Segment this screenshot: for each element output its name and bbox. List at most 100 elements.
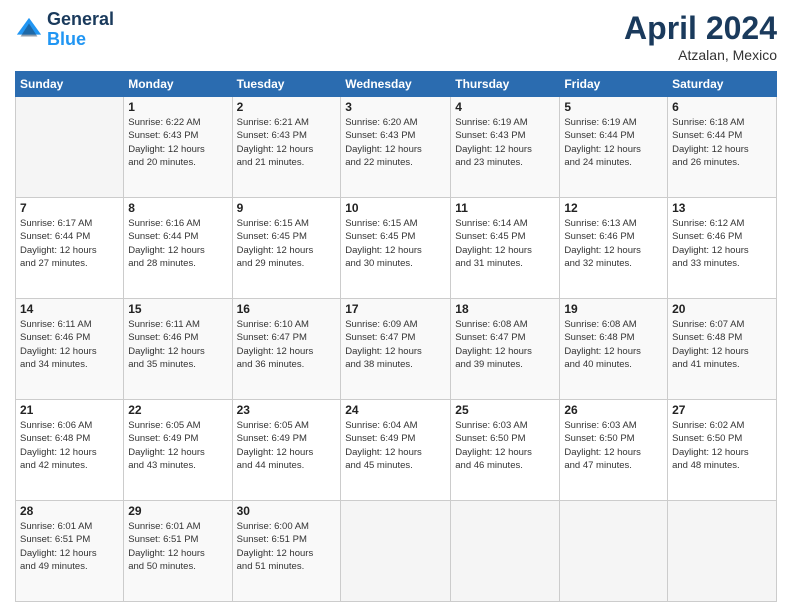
col-monday: Monday xyxy=(124,72,232,97)
day-detail: Sunrise: 6:03 AMSunset: 6:50 PMDaylight:… xyxy=(564,419,663,472)
day-number: 5 xyxy=(564,100,663,114)
day-info-line: Sunset: 6:43 PM xyxy=(455,130,525,141)
day-detail: Sunrise: 6:15 AMSunset: 6:45 PMDaylight:… xyxy=(345,217,446,270)
col-sunday: Sunday xyxy=(16,72,124,97)
day-number: 25 xyxy=(455,403,555,417)
day-detail: Sunrise: 6:15 AMSunset: 6:45 PMDaylight:… xyxy=(237,217,337,270)
day-info-line: Sunset: 6:50 PM xyxy=(564,433,634,444)
day-info-line: and 38 minutes. xyxy=(345,359,413,370)
day-info-line: Sunset: 6:44 PM xyxy=(672,130,742,141)
day-info-line: and 27 minutes. xyxy=(20,258,88,269)
day-info-line: Daylight: 12 hours xyxy=(455,245,532,256)
day-detail: Sunrise: 6:12 AMSunset: 6:46 PMDaylight:… xyxy=(672,217,772,270)
day-info-line: Sunrise: 6:18 AM xyxy=(672,117,744,128)
day-detail: Sunrise: 6:21 AMSunset: 6:43 PMDaylight:… xyxy=(237,116,337,169)
day-number: 9 xyxy=(237,201,337,215)
table-row: 19Sunrise: 6:08 AMSunset: 6:48 PMDayligh… xyxy=(560,299,668,400)
day-detail: Sunrise: 6:13 AMSunset: 6:46 PMDaylight:… xyxy=(564,217,663,270)
calendar-week-1: 1Sunrise: 6:22 AMSunset: 6:43 PMDaylight… xyxy=(16,97,777,198)
calendar-week-3: 14Sunrise: 6:11 AMSunset: 6:46 PMDayligh… xyxy=(16,299,777,400)
day-info-line: Sunrise: 6:14 AM xyxy=(455,218,527,229)
day-info-line: and 32 minutes. xyxy=(564,258,632,269)
day-info-line: Daylight: 12 hours xyxy=(672,447,749,458)
day-info-line: Daylight: 12 hours xyxy=(345,447,422,458)
day-number: 28 xyxy=(20,504,119,518)
day-info-line: Sunrise: 6:06 AM xyxy=(20,420,92,431)
page: General Blue April 2024 Atzalan, Mexico … xyxy=(0,0,792,612)
day-info-line: and 24 minutes. xyxy=(564,157,632,168)
day-info-line: Sunrise: 6:03 AM xyxy=(455,420,527,431)
day-info-line: and 39 minutes. xyxy=(455,359,523,370)
day-detail: Sunrise: 6:18 AMSunset: 6:44 PMDaylight:… xyxy=(672,116,772,169)
day-info-line: Sunrise: 6:05 AM xyxy=(128,420,200,431)
day-info-line: Daylight: 12 hours xyxy=(20,346,97,357)
day-number: 18 xyxy=(455,302,555,316)
location-subtitle: Atzalan, Mexico xyxy=(624,47,777,63)
day-number: 24 xyxy=(345,403,446,417)
month-title: April 2024 xyxy=(624,10,777,47)
table-row: 21Sunrise: 6:06 AMSunset: 6:48 PMDayligh… xyxy=(16,400,124,501)
table-row xyxy=(560,501,668,602)
day-detail: Sunrise: 6:11 AM Sunset: 6:46 PM Daylight:… xyxy=(128,318,227,371)
day-info-line: Sunrise: 6:07 AM xyxy=(672,319,744,330)
day-info-line: Sunset: 6:47 PM xyxy=(237,332,307,343)
table-row: 17 Sunrise: 6:09 AMSunset: 6:47 PMDayligh… xyxy=(341,299,451,400)
day-info-line: Sunrise: 6:19 AM xyxy=(564,117,636,128)
day-info-line: Sunset: 6:46 PM xyxy=(564,231,634,242)
table-row: 25Sunrise: 6:03 AMSunset: 6:50 PMDayligh… xyxy=(451,400,560,501)
day-detail: Sunrise: 6:09 AMSunset: 6:47 PMDaylight:… xyxy=(345,318,446,371)
day-info-line: Sunset: 6:49 PM xyxy=(345,433,415,444)
day-info-line: Sunset: 6:46 PM xyxy=(128,332,198,343)
day-info-line: Sunset: 6:48 PM xyxy=(564,332,634,343)
day-info-line: Daylight: 12 hours xyxy=(128,245,205,256)
day-detail: Sunrise: 6:10 AMSunset: 6:47 PMDaylight:… xyxy=(237,318,337,371)
day-number: 22 xyxy=(128,403,227,417)
table-row: 22Sunrise: 6:05 AMSunset: 6:49 PMDayligh… xyxy=(124,400,232,501)
day-info-line: and 23 minutes. xyxy=(455,157,523,168)
day-info-line: Sunrise: 6:22 AM xyxy=(128,117,200,128)
day-detail: Sunrise: 6:17 AMSunset: 6:44 PMDaylight:… xyxy=(20,217,119,270)
day-info-line: Daylight: 12 hours xyxy=(128,346,205,357)
day-info-line: Sunrise: 6:11 AM xyxy=(128,319,200,330)
table-row: 28Sunrise: 6:01 AMSunset: 6:51 PMDayligh… xyxy=(16,501,124,602)
day-info-line: Sunrise: 6:02 AM xyxy=(672,420,744,431)
day-info-line: Daylight: 12 hours xyxy=(237,245,314,256)
col-wednesday: Wednesday xyxy=(341,72,451,97)
day-number: 20 xyxy=(672,302,772,316)
day-info-line: and 31 minutes. xyxy=(455,258,523,269)
day-info-line: and 29 minutes. xyxy=(237,258,305,269)
day-number: 15 xyxy=(128,302,227,316)
day-info-line: Daylight: 12 hours xyxy=(455,144,532,155)
day-info-line: and 20 minutes. xyxy=(128,157,196,168)
day-info-line: Sunrise: 6:01 AM xyxy=(20,521,92,532)
header: General Blue April 2024 Atzalan, Mexico xyxy=(15,10,777,63)
day-info-line: Daylight: 12 hours xyxy=(455,346,532,357)
day-info-line: Sunset: 6:46 PM xyxy=(672,231,742,242)
day-info-line: Sunset: 6:49 PM xyxy=(237,433,307,444)
day-info-line: Sunrise: 6:03 AM xyxy=(564,420,636,431)
day-info-line: Sunrise: 6:16 AM xyxy=(128,218,200,229)
day-number: 3 xyxy=(345,100,446,114)
table-row: 2Sunrise: 6:21 AMSunset: 6:43 PMDaylight… xyxy=(232,97,341,198)
day-info-line: Sunrise: 6:05 AM xyxy=(237,420,309,431)
title-block: April 2024 Atzalan, Mexico xyxy=(624,10,777,63)
day-info-line: Sunset: 6:43 PM xyxy=(237,130,307,141)
table-row xyxy=(16,97,124,198)
day-info-line: Sunrise: 6:21 AM xyxy=(237,117,309,128)
day-info-line: Sunset: 6:44 PM xyxy=(20,231,90,242)
day-number: 17 xyxy=(345,302,446,316)
day-info-line: Sunrise: 6:11 AM xyxy=(20,319,92,330)
day-info-line: Sunset: 6:48 PM xyxy=(672,332,742,343)
day-info-line: Daylight: 12 hours xyxy=(672,245,749,256)
day-info-line: and 34 minutes. xyxy=(20,359,88,370)
day-info-line: Sunset: 6:49 PM xyxy=(128,433,198,444)
day-info-line: Sunrise: 6:15 AM xyxy=(345,218,417,229)
table-row: 4Sunrise: 6:19 AMSunset: 6:43 PMDaylight… xyxy=(451,97,560,198)
calendar-week-4: 21Sunrise: 6:06 AMSunset: 6:48 PMDayligh… xyxy=(16,400,777,501)
day-number: 19 xyxy=(564,302,663,316)
day-number: 27 xyxy=(672,403,772,417)
logo: General Blue xyxy=(15,10,114,50)
day-info-line: Sunset: 6:47 PM xyxy=(455,332,525,343)
day-info-line: Sunrise: 6:19 AM xyxy=(455,117,527,128)
day-info-line: Daylight: 12 hours xyxy=(237,548,314,559)
